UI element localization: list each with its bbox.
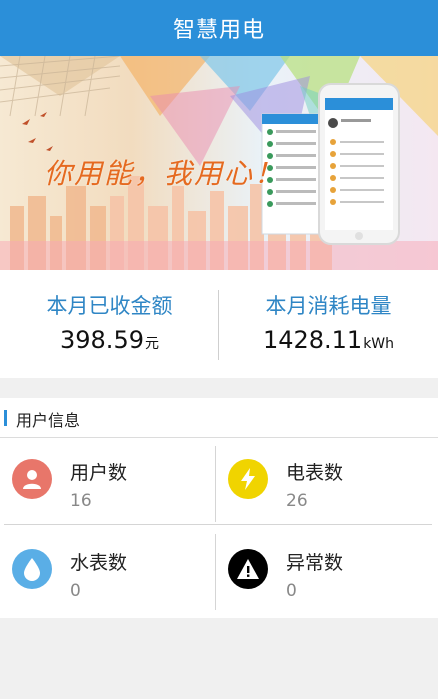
user-icon <box>12 459 52 499</box>
user-count-label: 用户数 <box>70 462 128 484</box>
meter-count-card[interactable]: 电表数 26 <box>216 440 431 526</box>
page-title: 智慧用电 <box>172 18 265 43</box>
water-meter-count-card[interactable]: 水表数 0 <box>0 530 215 616</box>
consumed-energy-label: 本月消耗电量 <box>265 294 392 318</box>
monthly-stats: 本月已收金额 398.59元 本月消耗电量 1428.11kWh <box>0 270 438 378</box>
meter-count-value: 26 <box>286 491 308 511</box>
collected-amount-number: 398.59 <box>60 326 144 354</box>
lightning-icon <box>228 459 268 499</box>
grid-divider-vertical <box>215 446 216 522</box>
consumed-energy-number: 1428.11 <box>262 326 363 354</box>
warning-icon <box>228 549 268 589</box>
section-accent-bar <box>4 410 7 426</box>
user-count-card[interactable]: 用户数 16 <box>0 440 215 526</box>
user-count-value: 16 <box>70 491 92 511</box>
grid-divider-vertical <box>215 534 216 610</box>
section-title: 用户信息 <box>16 411 81 430</box>
consumed-energy-value: 1428.11kWh <box>219 326 438 354</box>
collected-amount-stat[interactable]: 本月已收金额 398.59元 <box>0 270 219 378</box>
banner-slogan: 你用能，我用心！ <box>44 157 285 190</box>
meter-count-label: 电表数 <box>286 462 344 484</box>
anomaly-count-value: 0 <box>286 581 297 601</box>
collected-amount-unit: 元 <box>144 336 159 352</box>
section-header: 用户信息 <box>0 398 438 438</box>
collected-amount-value: 398.59元 <box>0 326 219 354</box>
water-drop-icon <box>12 549 52 589</box>
anomaly-count-label: 异常数 <box>286 552 344 574</box>
consumed-energy-stat[interactable]: 本月消耗电量 1428.11kWh <box>219 270 438 378</box>
anomaly-count-card[interactable]: 异常数 0 <box>216 530 431 616</box>
app-header: 智慧用电 <box>0 0 438 56</box>
water-meter-count-label: 水表数 <box>70 552 128 574</box>
user-info-section: 用户信息 用户数 16 电表数 26 水表数 0 异常数 0 <box>0 398 438 618</box>
water-meter-count-value: 0 <box>70 581 81 601</box>
collected-amount-label: 本月已收金额 <box>46 294 173 318</box>
promo-banner[interactable]: 你用能，我用心！ <box>0 56 438 270</box>
consumed-energy-unit: kWh <box>363 336 395 352</box>
grid-divider-horizontal <box>4 524 432 525</box>
